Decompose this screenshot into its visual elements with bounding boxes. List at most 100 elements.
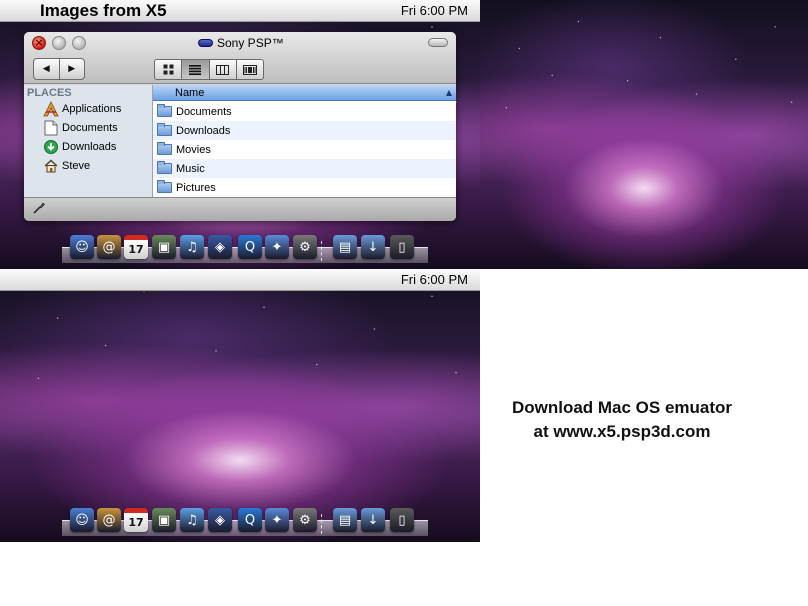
safari-icon[interactable]: ✦ bbox=[265, 235, 289, 259]
promo-line-2: at www.x5.psp3d.com bbox=[533, 422, 711, 441]
forward-button[interactable]: ▶ bbox=[58, 59, 85, 79]
downloads-folder-icon[interactable]: ↓ bbox=[361, 508, 385, 532]
trash-icon[interactable]: ▯ bbox=[390, 508, 414, 532]
file-row[interactable]: Pictures bbox=[153, 178, 456, 197]
dock: ☺ @17 ▣ ♫ ◈ Q ✦ ⚙ ▤ ↓ ▯ bbox=[62, 506, 428, 536]
coverflow-view-icon bbox=[242, 64, 257, 75]
view-mode-control bbox=[154, 59, 264, 80]
system-preferences-icon[interactable]: ⚙ bbox=[293, 508, 317, 532]
folder-icon bbox=[157, 142, 172, 155]
sidebar-item-downloads[interactable]: Downloads bbox=[43, 138, 116, 156]
file-name: Downloads bbox=[176, 124, 231, 137]
file-name: Pictures bbox=[176, 181, 216, 194]
window-title-text: Sony PSP™ bbox=[217, 36, 284, 50]
file-list: Name ▲ Documents Downloads Movies Music bbox=[153, 85, 456, 197]
back-button[interactable]: ◀ bbox=[34, 59, 59, 79]
desktop-wallpaper bbox=[0, 269, 480, 542]
promo-line-1: Download Mac OS emuator bbox=[511, 398, 733, 417]
promo-text: Download Mac OS emuator at www.x5.psp3d.… bbox=[480, 396, 764, 444]
downloads-folder-icon[interactable]: ↓ bbox=[361, 235, 385, 259]
preview-icon[interactable]: ◈ bbox=[208, 508, 232, 532]
window-minimize-button[interactable] bbox=[52, 36, 66, 50]
ical-icon[interactable]: 17 bbox=[124, 508, 148, 532]
menu-bar: Fri 6:00 PM bbox=[0, 269, 480, 291]
forward-arrow-icon: ▶ bbox=[68, 64, 76, 74]
sidebar-item-label: Steve bbox=[62, 160, 91, 172]
icon-view-icon bbox=[163, 64, 174, 75]
action-tool-icon[interactable] bbox=[32, 201, 46, 219]
top-left-screen: Images from X5 Fri 6:00 PM × Sony PSP™ ◀… bbox=[0, 0, 480, 269]
dock-separator bbox=[321, 241, 325, 261]
folder-icon bbox=[157, 161, 172, 174]
file-row[interactable]: Music bbox=[153, 159, 456, 178]
menubar-clock[interactable]: Fri 6:00 PM bbox=[401, 0, 468, 22]
applications-folder-icon[interactable]: ▤ bbox=[333, 235, 357, 259]
column-header-label: Name bbox=[175, 87, 205, 99]
sort-ascending-icon: ▲ bbox=[445, 88, 452, 97]
applications-icon bbox=[43, 101, 59, 117]
menubar-clock[interactable]: Fri 6:00 PM bbox=[401, 269, 468, 291]
safari-icon[interactable]: ✦ bbox=[265, 508, 289, 532]
sidebar-item-label: Documents bbox=[62, 122, 118, 134]
desktop-wallpaper bbox=[480, 0, 808, 269]
menubar-title: Images from X5 bbox=[40, 1, 167, 20]
finder-sidebar: PLACES Applications Documents Downloads bbox=[24, 85, 153, 197]
address-book-icon[interactable]: @ bbox=[97, 235, 121, 259]
coverflow-view-button[interactable] bbox=[235, 60, 263, 79]
window-close-button[interactable]: × bbox=[32, 36, 46, 50]
top-right-wallpaper bbox=[480, 0, 808, 269]
sidebar-item-steve[interactable]: Steve bbox=[43, 157, 90, 175]
name-column-header[interactable]: Name ▲ bbox=[153, 85, 456, 101]
bottom-left-screen: Fri 6:00 PM ☺ @17 ▣ ♫ ◈ Q ✦ ⚙ ▤ ↓ ▯ bbox=[0, 269, 480, 542]
sidebar-item-applications[interactable]: Applications bbox=[43, 100, 121, 118]
address-book-icon[interactable]: @ bbox=[97, 508, 121, 532]
iphoto-icon[interactable]: ▣ bbox=[152, 508, 176, 532]
sidebar-item-label: Downloads bbox=[62, 141, 117, 153]
download-icon bbox=[43, 139, 59, 155]
applications-folder-icon[interactable]: ▤ bbox=[333, 508, 357, 532]
folder-icon bbox=[157, 123, 172, 136]
icon-view-button[interactable] bbox=[155, 60, 181, 79]
file-row[interactable]: Movies bbox=[153, 140, 456, 159]
system-preferences-icon[interactable]: ⚙ bbox=[293, 235, 317, 259]
column-view-icon bbox=[216, 64, 230, 75]
itunes-icon[interactable]: ♫ bbox=[180, 235, 204, 259]
document-icon bbox=[43, 120, 59, 136]
dock: ☺ @17 ▣ ♫ ◈ Q ✦ ⚙ ▤ ↓ ▯ bbox=[62, 233, 428, 263]
itunes-icon[interactable]: ♫ bbox=[180, 508, 204, 532]
back-arrow-icon: ◀ bbox=[42, 64, 50, 74]
window-zoom-button[interactable] bbox=[72, 36, 86, 50]
dock-separator bbox=[321, 514, 325, 534]
file-name: Documents bbox=[176, 105, 232, 118]
finder-window: × Sony PSP™ ◀ ▶ PLACES Applications Docu… bbox=[24, 32, 456, 221]
sidebar-item-label: Applications bbox=[62, 103, 122, 115]
close-icon: × bbox=[34, 36, 44, 49]
file-name: Movies bbox=[176, 143, 211, 156]
window-titlebar[interactable]: × Sony PSP™ ◀ ▶ bbox=[24, 32, 456, 84]
quicktime-icon[interactable]: Q bbox=[238, 508, 262, 532]
finder-icon[interactable]: ☺ bbox=[70, 508, 94, 532]
column-view-button[interactable] bbox=[208, 60, 236, 79]
ical-icon[interactable]: 17 bbox=[124, 235, 148, 259]
window-title: Sony PSP™ bbox=[198, 35, 284, 51]
sidebar-section-header: PLACES bbox=[27, 87, 72, 99]
sidebar-item-documents[interactable]: Documents bbox=[43, 119, 118, 137]
list-view-icon bbox=[189, 64, 202, 75]
toolbar-toggle-button[interactable] bbox=[428, 38, 448, 47]
drive-icon bbox=[198, 39, 213, 47]
trash-icon[interactable]: ▯ bbox=[390, 235, 414, 259]
iphoto-icon[interactable]: ▣ bbox=[152, 235, 176, 259]
menu-bar: Images from X5 Fri 6:00 PM bbox=[0, 0, 480, 22]
folder-icon bbox=[157, 180, 172, 193]
folder-icon bbox=[157, 104, 172, 117]
file-name: Music bbox=[176, 162, 205, 175]
preview-icon[interactable]: ◈ bbox=[208, 235, 232, 259]
file-row[interactable]: Downloads bbox=[153, 121, 456, 140]
back-forward-control: ◀ ▶ bbox=[33, 58, 85, 80]
file-row[interactable]: Documents bbox=[153, 102, 456, 121]
home-icon bbox=[43, 158, 59, 174]
finder-icon[interactable]: ☺ bbox=[70, 235, 94, 259]
window-statusbar bbox=[24, 197, 456, 221]
list-view-button[interactable] bbox=[181, 60, 209, 79]
quicktime-icon[interactable]: Q bbox=[238, 235, 262, 259]
